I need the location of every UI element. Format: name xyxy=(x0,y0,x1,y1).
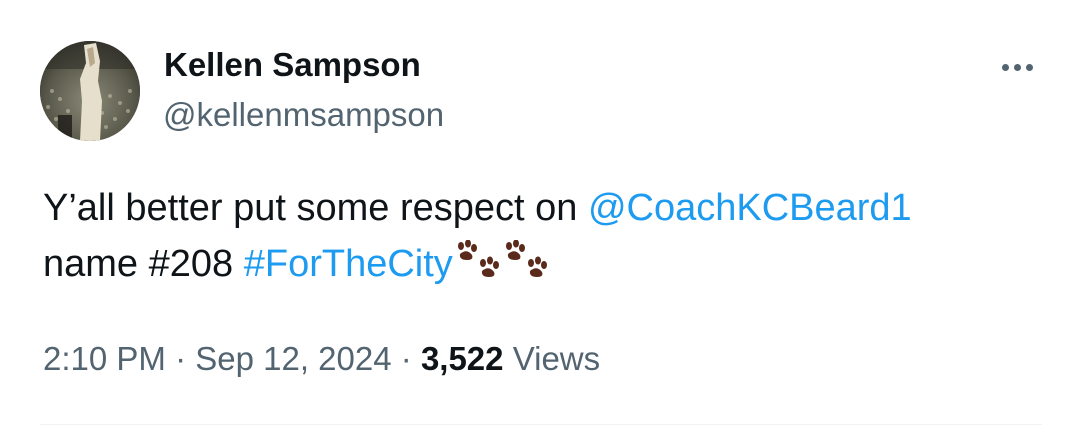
author-handle[interactable]: @kellenmsampson xyxy=(163,95,444,135)
more-options-dot xyxy=(1025,63,1033,71)
meta-separator: · xyxy=(400,340,412,377)
tweet-text-part: name #208 xyxy=(43,243,244,285)
views-count: 3,522 xyxy=(420,340,504,377)
tweet-meta: 2:10 PM · Sep 12, 2024 · 3,522 Views xyxy=(43,337,600,381)
paw-prints-icon xyxy=(505,239,547,277)
mention-link[interactable]: @CoachKCBeard1 xyxy=(588,187,912,229)
tweet-text-part: Y’all better put some respect on xyxy=(43,187,588,229)
paw-prints-icon xyxy=(457,239,499,277)
avatar-photo xyxy=(40,41,140,141)
avatar[interactable] xyxy=(40,41,140,141)
tweet-date[interactable]: Sep 12, 2024 xyxy=(195,340,391,377)
more-options-dot xyxy=(1013,63,1021,71)
hashtag-link[interactable]: #ForTheCity xyxy=(244,243,453,285)
paw-prints-emoji-group xyxy=(455,232,551,288)
views-label: Views xyxy=(512,340,601,377)
more-options-button[interactable] xyxy=(992,50,1042,84)
tweet-time[interactable]: 2:10 PM xyxy=(43,340,166,377)
meta-separator: · xyxy=(175,340,187,377)
tweet-text: Y’all better put some respect on @CoachK… xyxy=(43,180,1043,294)
more-options-dot xyxy=(1001,63,1009,71)
tweet-card: Kellen Sampson @kellenmsampson Y’all bet… xyxy=(0,0,1080,438)
divider xyxy=(40,424,1042,425)
author-display-name[interactable]: Kellen Sampson xyxy=(164,45,421,85)
